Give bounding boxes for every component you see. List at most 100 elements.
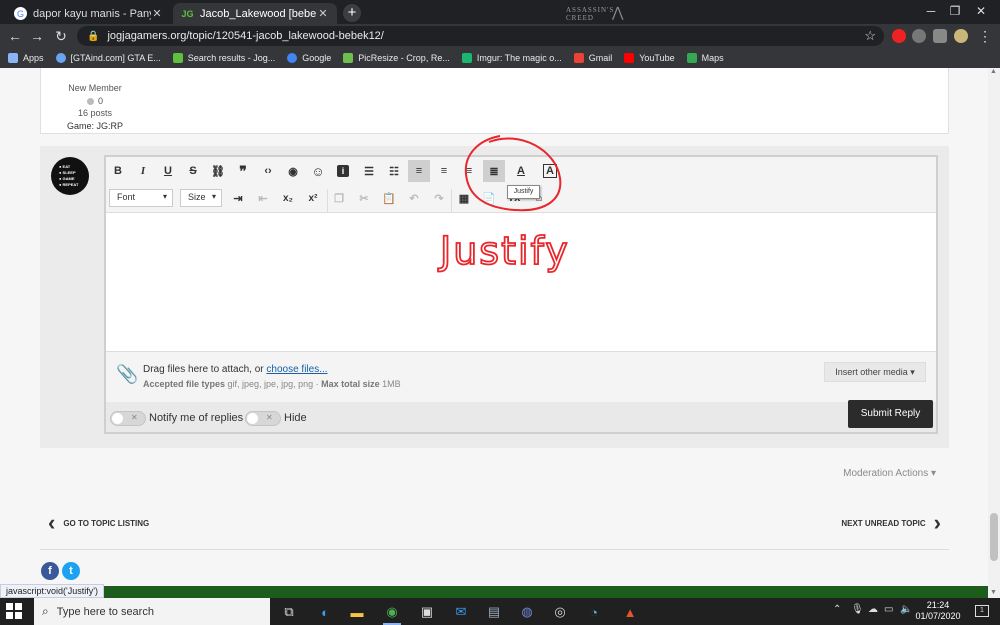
facebook-icon[interactable]: f	[41, 562, 59, 580]
strikethrough-icon[interactable]: S	[182, 160, 204, 182]
app-icon[interactable]: ▤	[483, 602, 505, 622]
network-icon[interactable]: ▭	[884, 604, 893, 615]
notification-center-icon[interactable]: 1	[975, 605, 989, 617]
steam-icon[interactable]: ◎	[549, 602, 571, 622]
bookmark-star-icon[interactable]: ☆	[864, 28, 876, 44]
tab-google-search[interactable]: G dapor kayu manis - Panyliksikan ✕	[6, 3, 171, 24]
notify-toggle[interactable]	[110, 411, 146, 426]
cut-icon[interactable]: ✂	[353, 187, 375, 209]
superscript-icon[interactable]: x²	[302, 187, 324, 209]
go-to-topic-listing-link[interactable]: ‹ GO TO TOPIC LISTING	[48, 512, 149, 534]
copy-icon[interactable]: ❐	[328, 187, 350, 209]
scroll-down-icon[interactable]: ▼	[990, 589, 997, 596]
moderation-actions-menu[interactable]: Moderation Actions ▾	[843, 468, 936, 479]
text-color-icon[interactable]: A	[510, 160, 532, 182]
submit-reply-button[interactable]: Submit Reply	[848, 400, 933, 428]
paperclip-icon: 📎	[116, 364, 139, 384]
extension-red-icon[interactable]	[892, 29, 906, 43]
next-unread-topic-link[interactable]: NEXT UNREAD TOPIC ›	[841, 512, 941, 534]
bookmark-gtaind[interactable]: [GTAind.com] GTA E...	[55, 53, 161, 63]
attachment-area[interactable]: 📎 Drag files here to attach, or choose f…	[106, 351, 936, 402]
store-icon[interactable]: ▣	[416, 602, 438, 622]
profile-avatar-icon[interactable]	[954, 29, 968, 43]
outdent-icon[interactable]: ⇤	[252, 187, 274, 209]
author-game: Game: JG:RP	[66, 120, 123, 131]
close-tab-icon[interactable]: ✕	[317, 7, 329, 20]
close-window-icon[interactable]: ✕	[972, 4, 990, 18]
windows-start-icon[interactable]	[6, 603, 22, 619]
emoji-icon[interactable]: ☺	[307, 160, 329, 182]
taskbar-clock[interactable]: 21:24 01/07/2020	[912, 600, 964, 622]
scrollbar-thumb[interactable]	[990, 513, 998, 561]
background-color-icon[interactable]: A	[539, 160, 561, 182]
extensions-puzzle-icon[interactable]	[933, 29, 947, 43]
game-launcher-icon[interactable]: ▲	[619, 602, 641, 622]
discord-icon[interactable]: ◍	[516, 602, 538, 622]
redo-icon[interactable]: ↷	[428, 187, 450, 209]
code-icon[interactable]: ‹›	[257, 160, 279, 182]
indent-icon[interactable]: ⇥	[227, 187, 249, 209]
cloud-icon[interactable]: ☁	[868, 604, 878, 615]
bookmark-youtube[interactable]: YouTube	[624, 53, 675, 63]
align-left-icon[interactable]: ≡	[408, 160, 430, 182]
microphone-icon[interactable]: 🎙	[851, 604, 864, 615]
paste-icon[interactable]: 📋	[378, 187, 400, 209]
quote-icon[interactable]: ❞	[232, 160, 254, 182]
twitter-icon[interactable]: t	[62, 562, 80, 580]
info-icon[interactable]: i	[332, 160, 354, 182]
mail-icon[interactable]: ✉	[450, 602, 472, 622]
extension-gray-icon[interactable]	[912, 29, 926, 43]
align-justify-icon[interactable]: ≣	[483, 160, 505, 182]
choose-files-link[interactable]: choose files...	[266, 364, 327, 375]
reply-text-area[interactable]	[106, 214, 936, 351]
bookmark-imgur[interactable]: Imgur: The magic o...	[461, 53, 562, 63]
reload-icon[interactable]: ↻	[52, 26, 70, 46]
size-dropdown[interactable]: Size	[180, 189, 222, 207]
numbered-list-icon[interactable]: ☷	[383, 160, 405, 182]
chrome-icon[interactable]: ◉	[381, 602, 403, 625]
insert-other-media-button[interactable]: Insert other media ▾	[824, 362, 926, 382]
table-icon[interactable]: ▦	[453, 187, 475, 209]
bullet-list-icon[interactable]: ☰	[358, 160, 380, 182]
task-view-icon[interactable]: ⧉	[278, 602, 300, 622]
new-tab-button[interactable]: +	[343, 4, 361, 22]
spoiler-eye-icon[interactable]: ◉	[282, 160, 304, 182]
forward-icon[interactable]: →	[28, 26, 46, 46]
subscript-icon[interactable]: x₂	[277, 187, 299, 209]
link-icon[interactable]: ⛓	[207, 160, 229, 182]
browser-menu-icon[interactable]: ⋮	[976, 26, 994, 46]
tab-jacob-lakewood[interactable]: JG Jacob_Lakewood [bebek12] - Ch ✕	[173, 3, 337, 24]
bookmark-maps[interactable]: Maps	[686, 53, 724, 63]
google-icon: G	[14, 7, 27, 20]
address-bar[interactable]: 🔒 jogjagamers.org/topic/120541-jacob_lak…	[77, 26, 884, 46]
taskbar-search-box[interactable]: ⌕ Type here to search	[34, 598, 270, 625]
minimize-icon[interactable]: ─	[922, 4, 940, 18]
scroll-up-icon[interactable]: ▲	[990, 68, 997, 75]
font-dropdown[interactable]: Font	[109, 189, 173, 207]
bookmark-search-results[interactable]: Search results - Jog...	[172, 53, 275, 63]
underline-icon[interactable]: U	[157, 160, 179, 182]
user-avatar[interactable]: EAT SLEEP GAME REPEAT	[51, 157, 89, 195]
italic-icon[interactable]: I	[132, 160, 154, 182]
page-scrollbar[interactable]: ▲ ▼	[988, 68, 1000, 598]
bookmark-google[interactable]: Google	[287, 53, 331, 63]
file-explorer-icon[interactable]: ▬	[346, 602, 368, 622]
bookmark-picresize[interactable]: PicResize - Crop, Re...	[343, 53, 450, 63]
recorder-icon[interactable]: ◔	[583, 602, 605, 622]
tray-chevron-icon[interactable]: ⌃	[833, 604, 841, 615]
undo-icon[interactable]: ↶	[403, 187, 425, 209]
bookmark-gmail[interactable]: Gmail	[573, 53, 612, 63]
edge-icon[interactable]: ◐	[314, 602, 336, 622]
previous-post-card	[40, 68, 949, 134]
restore-icon[interactable]: ❐	[946, 4, 964, 18]
author-posts: 16 posts	[77, 108, 113, 118]
align-center-icon[interactable]: ≡	[433, 160, 455, 182]
hide-toggle[interactable]	[245, 411, 281, 426]
bold-icon[interactable]: B	[107, 160, 129, 182]
paste-text-icon[interactable]: 📄	[478, 187, 500, 209]
bookmark-apps[interactable]: Apps	[8, 53, 44, 63]
close-tab-icon[interactable]: ✕	[151, 7, 163, 20]
volume-icon[interactable]: 🔈	[900, 604, 912, 615]
back-icon[interactable]: ←	[6, 26, 24, 46]
align-right-icon[interactable]: ≡	[458, 160, 480, 182]
